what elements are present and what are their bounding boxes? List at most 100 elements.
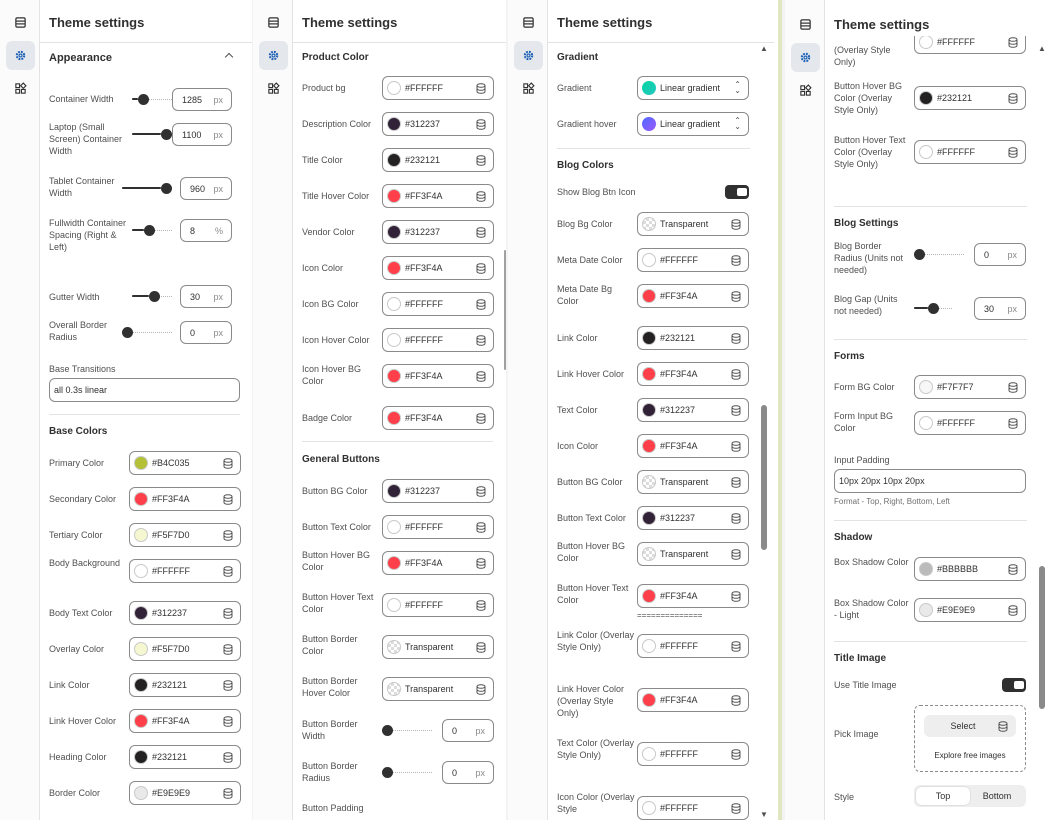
database-icon[interactable] xyxy=(731,219,741,230)
slider-thumb[interactable] xyxy=(928,303,939,314)
slider-thumb[interactable] xyxy=(122,327,133,338)
color-picker-field[interactable]: Transparent xyxy=(637,212,749,236)
explore-free-images-link[interactable]: Explore free images xyxy=(915,751,1025,760)
database-icon[interactable] xyxy=(476,83,486,94)
color-picker-field[interactable]: Transparent xyxy=(382,635,494,659)
color-picker-field[interactable]: #FFFFFF xyxy=(914,411,1026,435)
input-padding-field[interactable]: 10px 20px 10px 20px xyxy=(834,469,1026,493)
show-blog-btn-icon-toggle[interactable] xyxy=(725,185,749,199)
database-icon[interactable] xyxy=(731,641,741,652)
range-slider[interactable] xyxy=(132,224,172,238)
scroll-up-arrow[interactable]: ▲ xyxy=(1038,44,1046,53)
database-icon[interactable] xyxy=(1008,605,1018,616)
database-icon[interactable] xyxy=(731,513,741,524)
rail-settings-button[interactable] xyxy=(6,41,35,70)
rail-sections-button[interactable] xyxy=(259,8,288,37)
range-slider[interactable] xyxy=(132,290,172,304)
color-picker-field[interactable]: #FF3F4A xyxy=(637,362,749,386)
database-icon[interactable] xyxy=(223,566,233,577)
rail-sections-button[interactable] xyxy=(6,8,35,37)
database-icon[interactable] xyxy=(731,333,741,344)
color-picker-field[interactable]: #FF3F4A xyxy=(129,709,241,733)
database-icon[interactable] xyxy=(223,788,233,799)
rail-settings-button[interactable] xyxy=(514,41,543,70)
database-icon[interactable] xyxy=(476,371,486,382)
database-icon[interactable] xyxy=(731,695,741,706)
slider-thumb[interactable] xyxy=(149,291,160,302)
color-picker-field[interactable]: #FF3F4A xyxy=(637,584,749,608)
color-picker-field[interactable]: #312237 xyxy=(382,112,494,136)
database-icon[interactable] xyxy=(476,684,486,695)
color-picker-field[interactable]: #FF3F4A xyxy=(637,434,749,458)
color-picker-field[interactable]: #BBBBBB xyxy=(914,557,1026,581)
database-icon[interactable] xyxy=(1008,382,1018,393)
color-picker-field[interactable]: #E9E9E9 xyxy=(129,781,241,805)
color-picker-field[interactable]: #FFFFFF xyxy=(382,328,494,352)
gradient-select[interactable]: Linear gradient ⌃ ⌄ xyxy=(637,76,749,100)
color-picker-field[interactable]: #FFFFFF xyxy=(637,634,749,658)
database-icon[interactable] xyxy=(223,494,233,505)
database-icon[interactable] xyxy=(476,155,486,166)
color-picker-field[interactable]: #312237 xyxy=(637,506,749,530)
database-icon[interactable] xyxy=(476,600,486,611)
color-picker-field[interactable]: #E9E9E9 xyxy=(914,598,1026,622)
number-input[interactable]: 0 px xyxy=(442,719,494,742)
database-icon[interactable] xyxy=(476,558,486,569)
database-icon[interactable] xyxy=(476,227,486,238)
slider-thumb[interactable] xyxy=(382,767,393,778)
database-icon[interactable] xyxy=(731,591,741,602)
database-icon[interactable] xyxy=(731,803,741,814)
color-picker-field[interactable]: #312237 xyxy=(637,398,749,422)
style-option-top[interactable]: Top xyxy=(916,787,970,805)
database-icon[interactable] xyxy=(1008,564,1018,575)
color-picker-field[interactable]: #F5F7D0 xyxy=(129,637,241,661)
color-picker-field[interactable]: Transparent xyxy=(637,470,749,494)
rail-settings-button[interactable] xyxy=(259,41,288,70)
chevron-up-icon[interactable] xyxy=(224,52,234,62)
database-icon[interactable] xyxy=(476,642,486,653)
color-picker-field[interactable]: #FFFFFF xyxy=(914,36,1026,54)
database-icon[interactable] xyxy=(1008,37,1018,48)
database-icon[interactable] xyxy=(731,749,741,760)
color-picker-field[interactable]: #B4C035 xyxy=(129,451,241,475)
color-picker-field[interactable]: #FFFFFF xyxy=(382,76,494,100)
rail-settings-button[interactable] xyxy=(791,43,820,72)
color-picker-field[interactable]: #FF3F4A xyxy=(129,487,241,511)
color-picker-field[interactable]: #FF3F4A xyxy=(637,688,749,712)
color-picker-field[interactable]: #FFFFFF xyxy=(129,559,241,583)
color-picker-field[interactable]: #FF3F4A xyxy=(382,406,494,430)
color-picker-field[interactable]: #FFFFFF xyxy=(382,593,494,617)
color-picker-field[interactable]: #FFFFFF xyxy=(382,515,494,539)
range-slider[interactable] xyxy=(132,93,172,107)
base-transitions-field[interactable]: all 0.3s linear xyxy=(49,378,240,402)
database-icon[interactable] xyxy=(223,716,233,727)
slider-thumb[interactable] xyxy=(144,225,155,236)
scroll-down-arrow[interactable]: ▼ xyxy=(760,810,768,819)
color-picker-field[interactable]: #FF3F4A xyxy=(382,184,494,208)
database-icon[interactable] xyxy=(1008,93,1018,104)
number-input[interactable]: 30 px xyxy=(974,297,1026,320)
rail-apps-button[interactable] xyxy=(791,76,820,105)
slider-thumb[interactable] xyxy=(161,129,172,140)
color-picker-field[interactable]: #232121 xyxy=(637,326,749,350)
database-icon[interactable] xyxy=(476,413,486,424)
number-input[interactable]: 1100 px xyxy=(172,123,232,146)
color-picker-field[interactable]: #FFFFFF xyxy=(637,796,749,820)
number-input[interactable]: 30 px xyxy=(180,285,232,308)
color-picker-field[interactable]: #FF3F4A xyxy=(382,551,494,575)
database-icon[interactable] xyxy=(731,291,741,302)
database-icon[interactable] xyxy=(1008,147,1018,158)
range-slider[interactable] xyxy=(914,248,964,262)
select-image-button[interactable]: Select xyxy=(924,715,1016,737)
color-picker-field[interactable]: #F5F7D0 xyxy=(129,523,241,547)
database-icon[interactable] xyxy=(1008,418,1018,429)
number-input[interactable]: 0 px xyxy=(974,243,1026,266)
number-input[interactable]: 1285 px xyxy=(172,88,232,111)
section-appearance[interactable]: Appearance xyxy=(49,52,112,64)
color-picker-field[interactable]: Transparent xyxy=(637,542,749,566)
color-picker-field[interactable]: #312237 xyxy=(382,220,494,244)
color-picker-field[interactable]: Transparent xyxy=(382,677,494,701)
color-picker-field[interactable]: #232121 xyxy=(129,745,241,769)
color-picker-field[interactable]: #232121 xyxy=(129,673,241,697)
color-picker-field[interactable]: #FF3F4A xyxy=(637,284,749,308)
